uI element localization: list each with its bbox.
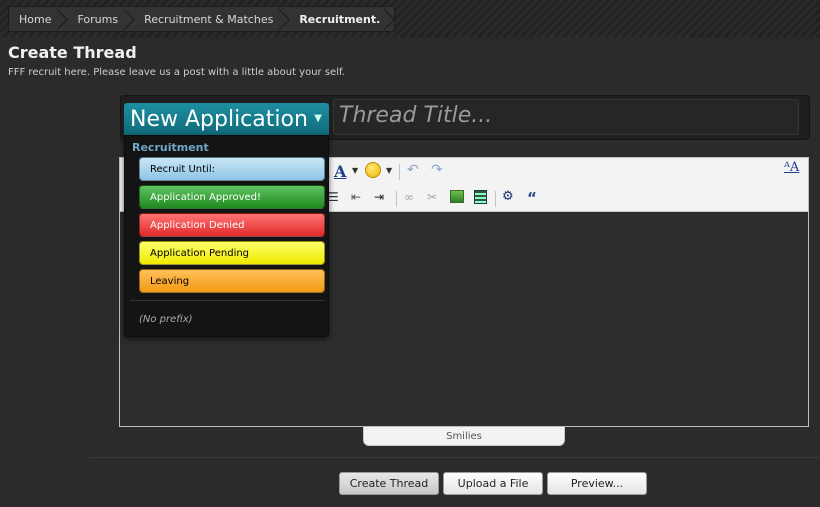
breadcrumb-item-forums[interactable]: Forums [67, 7, 134, 31]
thread-title-placeholder: Thread Title... [339, 103, 493, 128]
code-icon[interactable]: ⚙ [502, 189, 514, 204]
indent-icon[interactable]: ⇥ [374, 190, 384, 204]
link-icon[interactable]: ∞ [404, 190, 414, 204]
image-icon[interactable] [450, 190, 464, 203]
page-description: FFF recruit here. Please leave us a post… [8, 67, 345, 78]
breadcrumb-label: Home [19, 12, 52, 26]
preview-button[interactable]: Preview... [547, 472, 647, 495]
toolbar-separator [399, 164, 400, 180]
breadcrumb: Home Forums Recruitment & Matches Recrui… [8, 6, 396, 32]
prefix-option-none[interactable]: (No prefix) [139, 314, 193, 325]
prefix-option-application-denied[interactable]: Application Denied [139, 213, 325, 237]
smiley-icon[interactable] [365, 162, 381, 178]
toolbar-separator [495, 191, 496, 207]
form-divider [90, 457, 820, 458]
page-title: Create Thread [8, 43, 137, 62]
outdent-icon[interactable]: ⇤ [351, 190, 361, 204]
chevron-down-icon: ▼ [314, 113, 322, 124]
breadcrumb-area: Home Forums Recruitment & Matches Recrui… [0, 0, 820, 37]
breadcrumb-label: Forums [77, 12, 119, 26]
prefix-option-leaving[interactable]: Leaving [139, 269, 325, 293]
undo-icon[interactable]: ↶ [407, 162, 419, 178]
dropdown-arrow-icon[interactable]: ▼ [352, 166, 358, 175]
dropdown-arrow-icon[interactable]: ▼ [386, 166, 392, 175]
smilies-tab[interactable]: Smilies [363, 427, 565, 446]
prefix-option-recruit-until[interactable]: Recruit Until: [139, 157, 325, 181]
numbered-list-icon[interactable]: ☰ [328, 190, 339, 204]
font-color-icon[interactable]: A [334, 162, 346, 181]
menu-divider [130, 300, 325, 301]
breadcrumb-separator [384, 7, 396, 31]
prefix-option-application-pending[interactable]: Application Pending [139, 241, 325, 265]
upload-file-button[interactable]: Upload a File [443, 472, 543, 495]
unlink-icon[interactable]: ✂ [427, 190, 437, 204]
quote-icon[interactable]: “ [527, 189, 537, 207]
breadcrumb-item-recruitment-matches[interactable]: Recruitment & Matches [134, 7, 289, 31]
breadcrumb-item-current[interactable]: Recruitment. [289, 7, 394, 31]
prefix-select[interactable]: New Application ▼ [124, 103, 329, 135]
breadcrumb-label: Recruitment. [299, 12, 381, 26]
prefix-group-label: Recruitment [132, 141, 209, 154]
remove-format-icon[interactable]: ᴬA [784, 160, 799, 175]
thread-title-input[interactable]: Thread Title... [333, 99, 799, 135]
breadcrumb-label: Recruitment & Matches [144, 12, 274, 26]
prefix-selected-label: New Application [130, 106, 308, 132]
prefix-menu: Recruitment Recruit Until: Application A… [124, 135, 329, 337]
toolbar-separator [396, 191, 397, 207]
breadcrumb-item-home[interactable]: Home [9, 7, 67, 31]
create-thread-button[interactable]: Create Thread [339, 472, 439, 495]
media-icon[interactable] [474, 190, 487, 204]
prefix-option-application-approved[interactable]: Application Approved! [139, 185, 325, 209]
redo-icon[interactable]: ↷ [431, 162, 443, 178]
